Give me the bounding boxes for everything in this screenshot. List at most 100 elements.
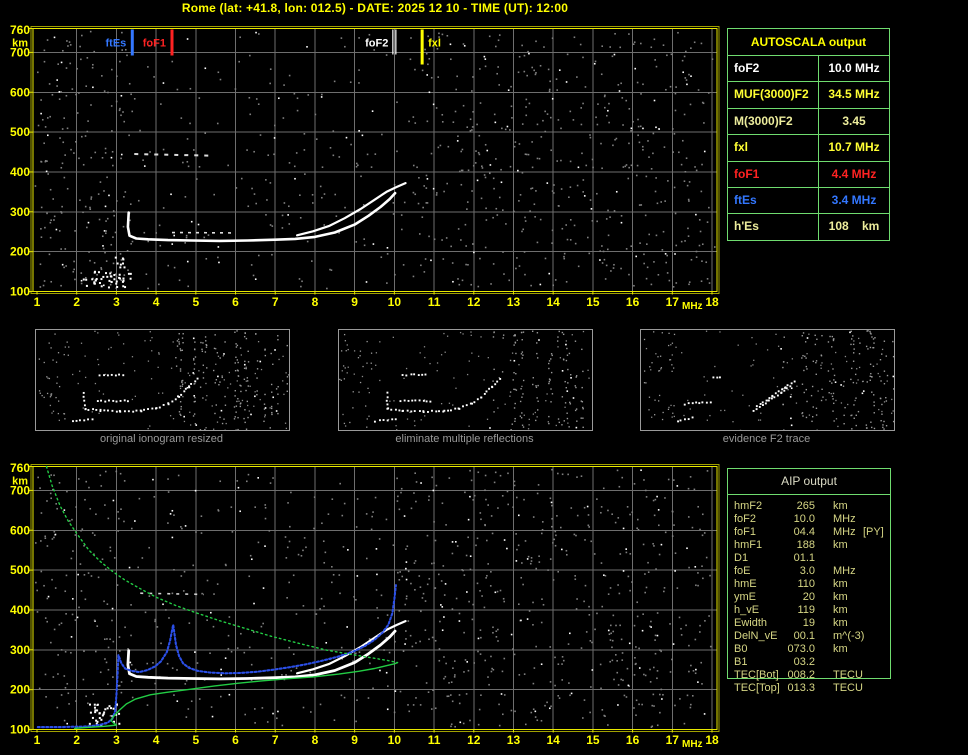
table-row: hmF1 188 km (727, 539, 907, 552)
electron-density-profile-topside (45, 465, 399, 664)
table-row: B0 073.0 km (727, 643, 907, 656)
x-tick-label: 1 (34, 733, 41, 747)
parameter-name: foF2 (734, 513, 757, 525)
parameter-value: m^(-3) (833, 630, 865, 642)
table-row: foF2 10.0 MHz (727, 513, 907, 526)
table-row: D1 01.1 (727, 552, 907, 565)
y-tick-label: 500 (10, 563, 30, 577)
thumbnail-caption: evidence F2 trace (722, 433, 811, 445)
table-row: foF1 4.4 MHz (728, 161, 889, 188)
parameter-name: h'Es (728, 214, 819, 240)
x-tick-label: 12 (467, 733, 481, 747)
table-row: MUF(3000)F2 34.5 MHz (728, 82, 889, 109)
y-tick-label: 100 (10, 723, 30, 737)
parameter-value: 188 (796, 539, 815, 551)
x-tick-label: 13 (507, 733, 521, 747)
table-row: TEC[Bot] 008.2 TECU (727, 669, 907, 682)
table-row: Ewidth 19 km (727, 617, 907, 630)
thumbnail-eliminate-reflections (338, 329, 593, 431)
marker-label-foF1: foF1 (143, 38, 166, 50)
x-tick-label: 9 (351, 733, 358, 747)
parameter-value: 119 (797, 604, 815, 616)
y-tick-label: 300 (10, 643, 30, 657)
parameter-name: M(3000)F2 (728, 108, 819, 135)
x-tick-label: 3 (113, 295, 120, 309)
parameter-value: 03.2 (793, 656, 815, 668)
y-tick-label: 300 (10, 205, 30, 219)
table-row: M(3000)F2 3.45 (728, 108, 889, 136)
y-axis-unit: km (12, 476, 28, 488)
parameter-value: 19 (802, 617, 815, 629)
x-tick-label: 18 (705, 295, 719, 309)
parameter-value: km (833, 604, 848, 616)
x-axis-unit: MHz (682, 301, 703, 312)
parameter-name: MUF(3000)F2 (728, 82, 819, 108)
parameter-value: 00.1 (793, 630, 815, 642)
parameter-value: 013.3 (787, 682, 815, 694)
x-axis-unit: MHz (682, 739, 703, 750)
y-axis-unit: km (12, 38, 28, 50)
parameter-value: 265 (796, 500, 815, 512)
x-tick-label: 15 (586, 295, 600, 309)
parameter-name: foF1 (734, 526, 757, 538)
F-trace-x-mode (296, 182, 407, 237)
table-row: ymE 20 km (727, 591, 907, 604)
x-tick-label: 11 (428, 733, 441, 747)
restored-trace (36, 584, 397, 729)
autoscala-table-header: AUTOSCALA output (728, 29, 889, 56)
y-tick-label: 760 (10, 23, 30, 37)
y-tick-label: 200 (10, 683, 30, 697)
thumbnail-caption: original ionogram resized (100, 433, 223, 445)
parameter-name: hmF2 (734, 500, 763, 512)
aip-table-header: AIP output (728, 469, 890, 495)
parameter-value: MHz (833, 565, 856, 577)
x-tick-label: 1 (34, 295, 41, 309)
parameter-name: B1 (734, 656, 748, 668)
x-tick-label: 8 (312, 733, 319, 747)
x-tick-label: 10 (388, 733, 402, 747)
table-row: foF2 10.0 MHz (728, 56, 889, 83)
parameter-value: 110 (797, 578, 815, 590)
x-tick-label: 5 (192, 733, 199, 747)
parameter-value: 10.0 MHz (828, 61, 880, 75)
x-tick-label: 15 (586, 733, 600, 747)
parameter-name: foE (734, 565, 751, 577)
x-tick-label: 16 (626, 295, 640, 309)
thumbnail-original-ionogram (35, 329, 290, 431)
table-row: foF1 04.4 MHz [PY] (727, 526, 907, 539)
parameter-value: km (833, 578, 848, 590)
parameter-value: 073.0 (787, 643, 815, 655)
y-tick-label: 600 (10, 523, 30, 537)
parameter-value: km (833, 500, 848, 512)
parameter-value: 008.2 (787, 669, 815, 681)
x-tick-label: 9 (351, 295, 358, 309)
parameter-value: km (833, 643, 848, 655)
parameter-value: 20 (802, 591, 815, 603)
x-tick-label: 7 (272, 733, 279, 747)
parameter-value: TECU (833, 669, 863, 681)
autoscala-output-screen: Rome (lat: +41.8, lon: 012.5) - DATE: 20… (0, 0, 968, 755)
autoscala-table: AUTOSCALA output foF2 10.0 MHz MUF(3000)F2… (727, 28, 890, 241)
y-tick-label: 760 (10, 461, 30, 475)
x-tick-label: 17 (666, 733, 680, 747)
thumbnail-evidence-f2-trace (640, 329, 895, 431)
x-tick-label: 6 (232, 295, 239, 309)
x-tick-label: 12 (467, 295, 481, 309)
x-tick-label: 2 (73, 295, 80, 309)
parameter-name: ymE (734, 591, 756, 603)
x-tick-label: 3 (113, 733, 120, 747)
y-tick-label: 500 (10, 125, 30, 139)
bottom-ionogram-chart: 1 2 3 4 5 6 7 8 9 10 11 12 13 14 15 16 17 18MHz7607006005… (10, 461, 720, 750)
parameter-name: foF1 (728, 161, 819, 187)
table-row: hmE 110 km (727, 578, 907, 591)
parameter-name: fxl (728, 135, 819, 161)
autoscala-table-body: foF2 10.0 MHz MUF(3000)F2 34.5 MHz M(3000)F2… (728, 56, 889, 240)
parameter-value: MHz (833, 513, 856, 525)
table-row: B1 03.2 (727, 656, 907, 669)
x-tick-label: 5 (192, 295, 199, 309)
table-row: hmF2 265 km (727, 500, 907, 513)
parameter-value: 10.7 MHz (828, 140, 880, 155)
parameter-value: km (833, 591, 848, 603)
parameter-name: D1 (734, 552, 749, 564)
x-tick-label: 18 (705, 733, 719, 747)
